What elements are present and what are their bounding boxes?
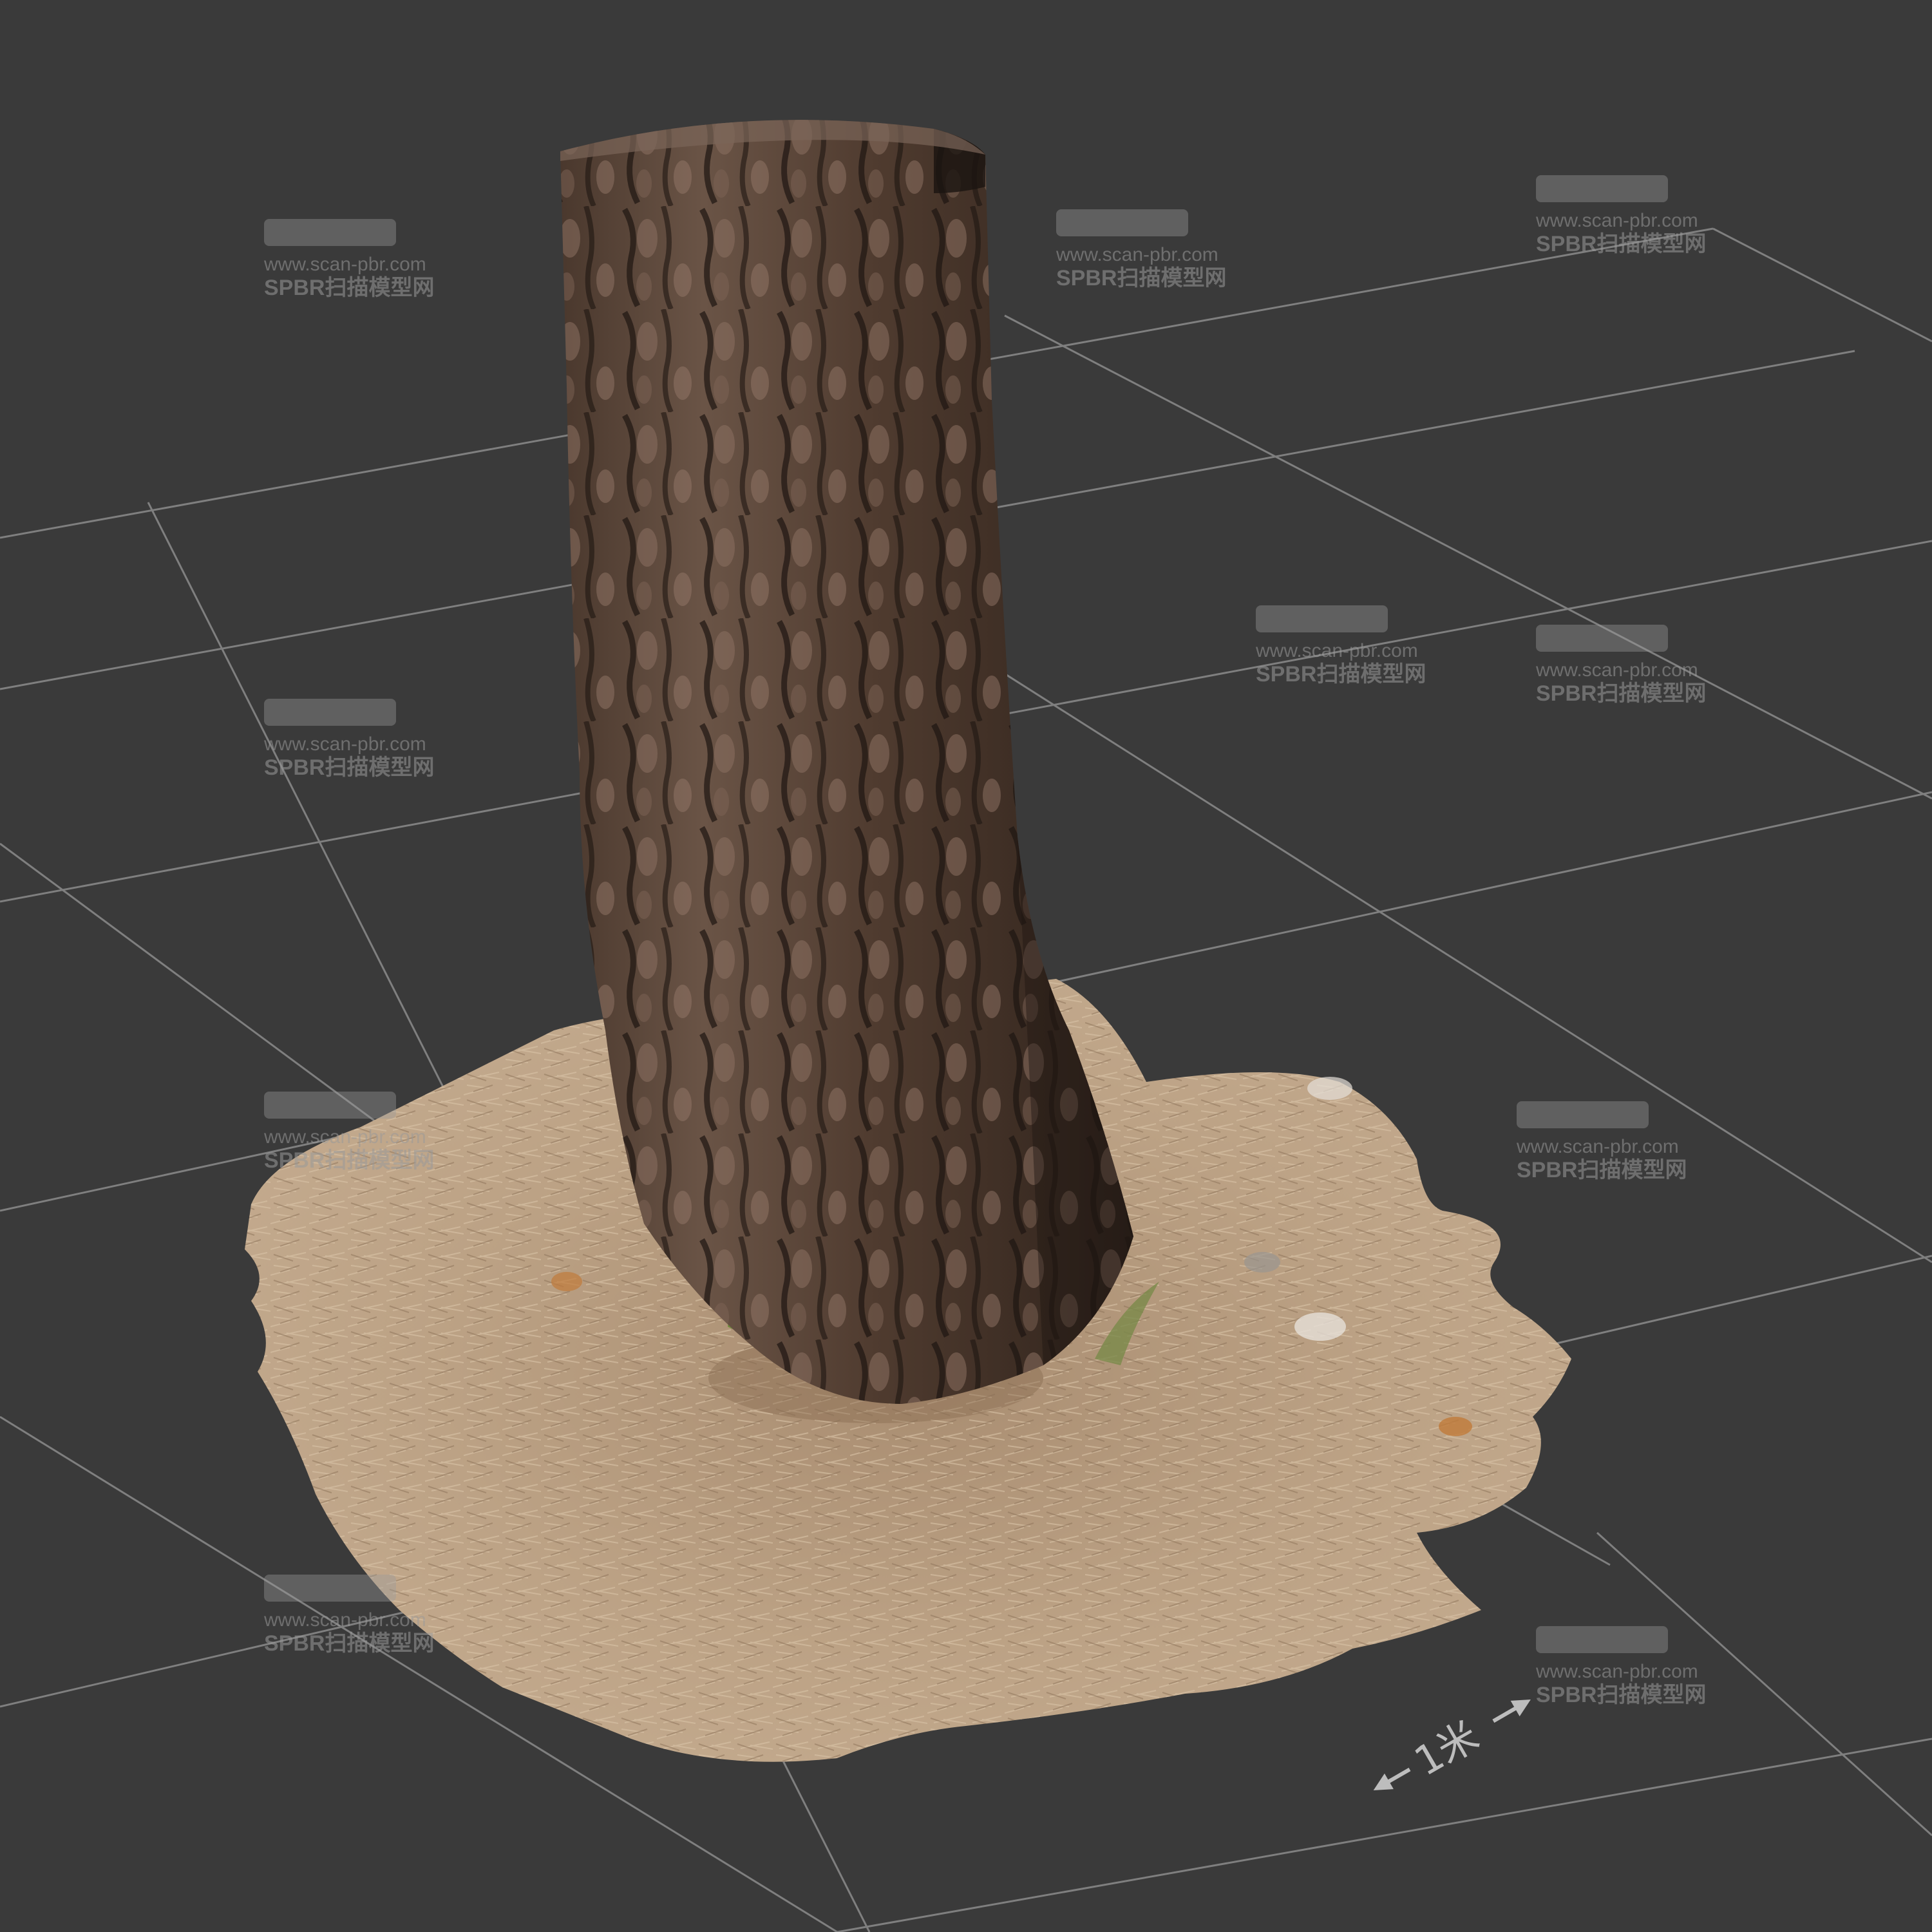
- watermark-brand: SPBR扫描模型网: [264, 1148, 434, 1173]
- watermark-url: www.scan-pbr.com: [1535, 659, 1698, 681]
- watermark-url: www.scan-pbr.com: [1535, 1661, 1698, 1682]
- watermark-brand: SPBR扫描模型网: [264, 755, 434, 780]
- watermark-brand: SPBR扫描模型网: [264, 276, 434, 300]
- watermark-brand: SPBR扫描模型网: [1536, 1683, 1706, 1707]
- watermark-brand: SPBR扫描模型网: [1536, 681, 1706, 706]
- watermark-brand: SPBR扫描模型网: [1517, 1158, 1687, 1182]
- watermark-url: www.scan-pbr.com: [1516, 1136, 1679, 1157]
- watermark-url: www.scan-pbr.com: [263, 734, 426, 755]
- 3d-viewport[interactable]: www.scan-pbr.com SPBR扫描模型网 www.scan-pbr.…: [0, 0, 1932, 1932]
- watermark-brand: SPBR扫描模型网: [1536, 232, 1706, 256]
- watermark-brand: SPBR扫描模型网: [1056, 266, 1226, 290]
- watermark-url: www.scan-pbr.com: [1056, 244, 1218, 265]
- watermark-url: www.scan-pbr.com: [263, 1126, 426, 1148]
- watermark-url: www.scan-pbr.com: [263, 1609, 426, 1631]
- watermark-url: www.scan-pbr.com: [1255, 640, 1418, 661]
- watermark-url: www.scan-pbr.com: [1535, 210, 1698, 231]
- watermark-brand: SPBR扫描模型网: [1256, 662, 1426, 687]
- watermark-url: www.scan-pbr.com: [263, 254, 426, 275]
- watermark-brand: SPBR扫描模型网: [264, 1631, 434, 1656]
